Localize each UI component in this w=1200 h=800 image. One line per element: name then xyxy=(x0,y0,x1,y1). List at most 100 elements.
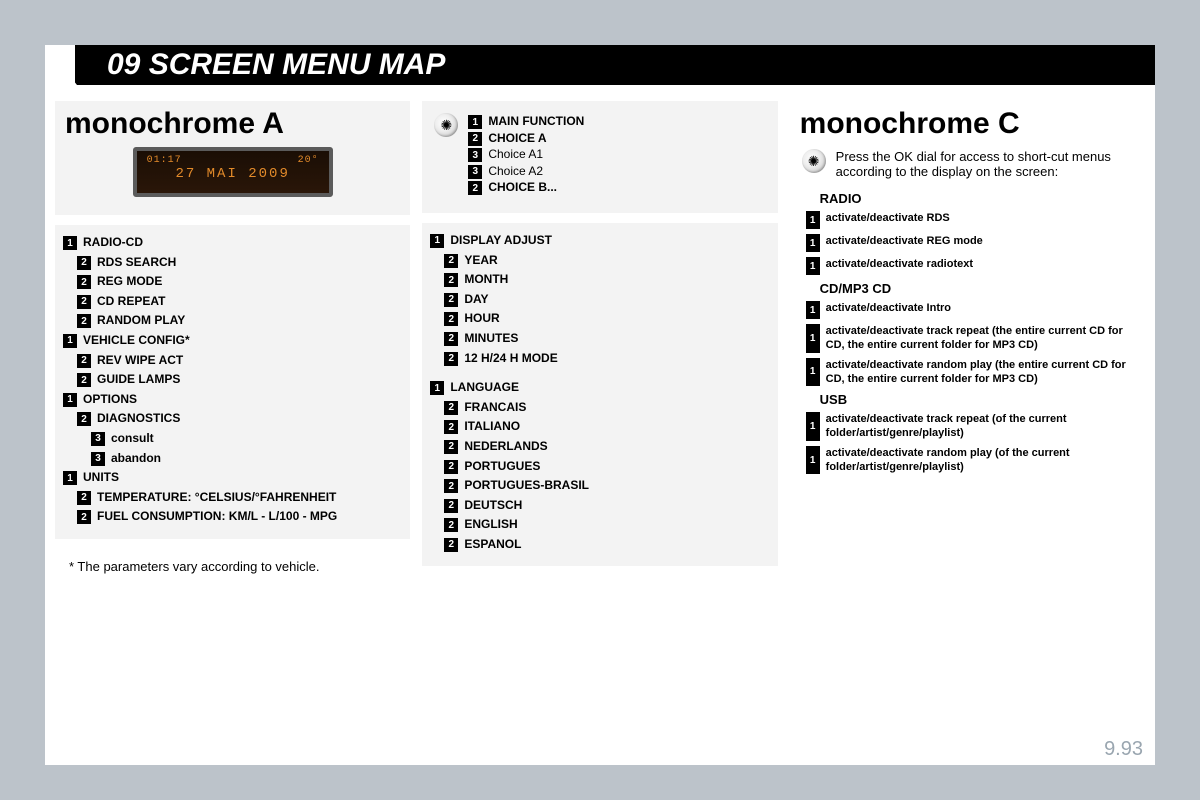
level-badge: 2 xyxy=(444,538,458,552)
level-badge: 2 xyxy=(444,254,458,268)
menu-item-label: RDS SEARCH xyxy=(97,255,176,271)
menu-item: 2ITALIANO xyxy=(444,419,769,435)
level-badge: 2 xyxy=(77,354,91,368)
level-badge: 1 xyxy=(806,257,820,275)
menu-item: 2ESPANOL xyxy=(444,537,769,553)
menu-item: 1OPTIONS xyxy=(63,392,402,408)
menu-item: 2 MINUTES xyxy=(444,331,769,347)
level-badge: 2 xyxy=(444,401,458,415)
menu-item: 2 REV WIPE ACT xyxy=(77,353,402,369)
heading-monochrome-a: monochrome A xyxy=(65,107,402,141)
lcd-display: 01:17 20° 27 MAI 2009 xyxy=(133,147,333,197)
menu-item-label: MINUTES xyxy=(464,331,518,347)
level-badge: 1 xyxy=(806,211,820,229)
menu-item: 2 RDS SEARCH xyxy=(77,255,402,271)
shortcut-label: activate/deactivate Intro xyxy=(826,301,951,319)
page-title: 09 SCREEN MENU MAP xyxy=(75,45,1155,85)
menu-item-label: NEDERLANDS xyxy=(464,439,547,455)
panel-a-header: monochrome A 01:17 20° 27 MAI 2009 xyxy=(55,101,410,215)
note-text: Press the OK dial for access to short-cu… xyxy=(836,149,1133,179)
level-badge: 2 xyxy=(444,479,458,493)
subsection-heading: USB xyxy=(820,392,1137,407)
menu-item-label: abandon xyxy=(111,451,161,467)
legend-choice-a1: Choice A1 xyxy=(488,147,543,163)
menu-item-label: LANGUAGE xyxy=(450,380,519,396)
footnote: * The parameters vary according to vehic… xyxy=(55,549,410,574)
menu-item: 2 FRANCAIS xyxy=(444,400,769,416)
shortcut-item: 1activate/deactivate track repeat (of th… xyxy=(806,412,1137,441)
level-badge: 1 xyxy=(63,393,77,407)
shortcut-item: 1activate/deactivate random play (the en… xyxy=(806,358,1137,387)
menu-item: 1 VEHICLE CONFIG* xyxy=(63,333,402,349)
menu-item-label: FUEL CONSUMPTION: KM/L - L/100 - MPG xyxy=(97,509,337,525)
menu-item-label: RANDOM PLAY xyxy=(97,313,185,329)
menu-item: 2DAY xyxy=(444,292,769,308)
legend-main: MAIN FUNCTION xyxy=(488,114,584,130)
menu-item-label: PORTUGUES-BRASIL xyxy=(464,478,589,494)
menu-item-label: MONTH xyxy=(464,272,508,288)
column-center: ✺ 1MAIN FUNCTION 2CHOICE A 3Choice A1 3C… xyxy=(422,101,777,733)
menu-item-label: VEHICLE CONFIG* xyxy=(83,333,190,349)
level-badge: 2 xyxy=(77,373,91,387)
level-badge: 2 xyxy=(77,256,91,270)
lcd-date: 27 MAI 2009 xyxy=(137,166,329,182)
menu-item-label: HOUR xyxy=(464,311,499,327)
menu-item-label: CD REPEAT xyxy=(97,294,165,310)
level-badge: 1 xyxy=(806,301,820,319)
level-badge: 1 xyxy=(63,236,77,250)
note-c: ✺ Press the OK dial for access to short-… xyxy=(798,147,1137,185)
level-badge: 2 xyxy=(77,314,91,328)
menu-item: 212 H/24 H MODE xyxy=(444,351,769,367)
menu-item: 1RADIO-CD xyxy=(63,235,402,251)
level-badge: 1 xyxy=(806,446,820,475)
shortcut-item: 1activate/deactivate RDS xyxy=(806,211,1137,229)
menu-item: 2 PORTUGUES-BRASIL xyxy=(444,478,769,494)
tip-icon: ✺ xyxy=(802,149,826,173)
shortcut-item: 1activate/deactivate random play (of the… xyxy=(806,446,1137,475)
menu-item-label: FRANCAIS xyxy=(464,400,526,416)
page-number: 9.93 xyxy=(1104,738,1143,761)
shortcut-item: 1 activate/deactivate Intro xyxy=(806,301,1137,319)
shortcut-item: 1activate/deactivate track repeat (the e… xyxy=(806,324,1137,353)
level-badge: 2 xyxy=(444,273,458,287)
menu-item: 2FUEL CONSUMPTION: KM/L - L/100 - MPG xyxy=(77,509,402,525)
menu-item: 2 ENGLISH xyxy=(444,517,769,533)
menu-item-label: REV WIPE ACT xyxy=(97,353,183,369)
menu-item-label: GUIDE LAMPS xyxy=(97,372,180,388)
menu-item-label: ENGLISH xyxy=(464,517,517,533)
menu-item-label: PORTUGUES xyxy=(464,459,540,475)
menu-item: 2 GUIDE LAMPS xyxy=(77,372,402,388)
legend-choice-a2: Choice A2 xyxy=(488,164,543,180)
column-monochrome-a: monochrome A 01:17 20° 27 MAI 2009 1RADI… xyxy=(55,101,410,733)
tip-icon: ✺ xyxy=(434,113,458,137)
level-badge: 1 xyxy=(63,334,77,348)
menu-item: 2REG MODE xyxy=(77,274,402,290)
menu-item: 3abandon xyxy=(91,451,402,467)
level-badge: 2 xyxy=(444,332,458,346)
menu-item-label: UNITS xyxy=(83,470,119,486)
level-badge: 2 xyxy=(444,518,458,532)
lcd-time: 01:17 xyxy=(147,155,182,166)
menu-list-c: RADIO1activate/deactivate RDS1activate/d… xyxy=(798,191,1137,474)
level-badge: 2 xyxy=(444,293,458,307)
level-badge: 2 xyxy=(77,491,91,505)
legend-choice-b: CHOICE B... xyxy=(488,180,557,196)
level-badge: 2 xyxy=(444,460,458,474)
shortcut-label: activate/deactivate track repeat (the en… xyxy=(826,324,1137,353)
level-badge: 2 xyxy=(77,412,91,426)
menu-item: 2DEUTSCH xyxy=(444,498,769,514)
subsection-heading: CD/MP3 CD xyxy=(820,281,1137,296)
menu-item: 2 NEDERLANDS xyxy=(444,439,769,455)
column-monochrome-c: monochrome C ✺ Press the OK dial for acc… xyxy=(790,101,1145,733)
menu-item-label: TEMPERATURE: °CELSIUS/°FAHRENHEIT xyxy=(97,490,336,506)
menu-item-label: REG MODE xyxy=(97,274,162,290)
menu-item-label: 12 H/24 H MODE xyxy=(464,351,557,367)
shortcut-label: activate/deactivate random play (the ent… xyxy=(826,358,1137,387)
menu-item-label: consult xyxy=(111,431,154,447)
legend-lines: 1MAIN FUNCTION 2CHOICE A 3Choice A1 3Cho… xyxy=(468,113,584,197)
level-badge: 2 xyxy=(444,440,458,454)
menu-item-label: DIAGNOSTICS xyxy=(97,411,180,427)
legend-choice-a: CHOICE A xyxy=(488,131,546,147)
level-badge: 2 xyxy=(444,312,458,326)
menu-item-label: YEAR xyxy=(464,253,497,269)
